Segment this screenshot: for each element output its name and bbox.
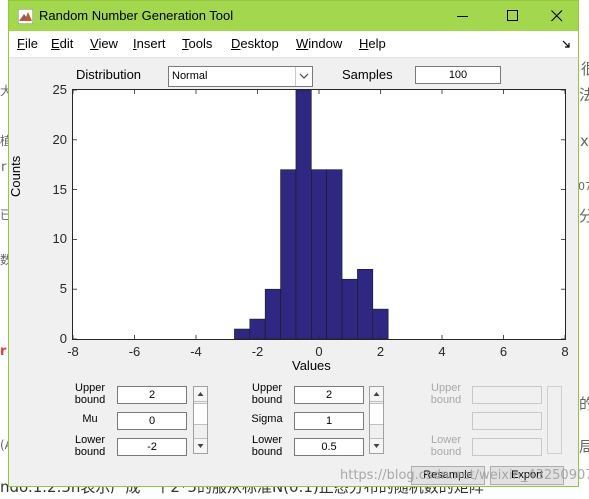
minimize-icon bbox=[457, 16, 468, 17]
y-tick-label: 20 bbox=[52, 131, 67, 147]
mu-input[interactable]: 0 bbox=[117, 412, 187, 430]
triangle-up-icon bbox=[373, 392, 380, 396]
distribution-label: Distribution bbox=[76, 67, 142, 82]
histogram-bar bbox=[264, 288, 281, 339]
y-tick-label: 5 bbox=[59, 281, 67, 297]
distribution-select[interactable]: Normal bbox=[168, 66, 313, 87]
upper-bound-label: Upper bound bbox=[74, 382, 106, 406]
lower-bound-label: Lower bound bbox=[74, 434, 106, 458]
close-icon bbox=[551, 10, 563, 22]
maximize-button[interactable] bbox=[490, 1, 536, 31]
y-axis-label: Counts bbox=[8, 155, 23, 197]
x-tick-label: 8 bbox=[561, 344, 569, 359]
lower-bound-input bbox=[472, 438, 542, 456]
x-tick-label: 0 bbox=[315, 344, 323, 359]
histogram-bar bbox=[341, 278, 358, 339]
histogram-bar bbox=[234, 328, 251, 339]
menu-tools[interactable]: Tools bbox=[182, 31, 212, 57]
mu-slider[interactable] bbox=[193, 386, 208, 454]
menu-help[interactable]: Help bbox=[359, 31, 386, 57]
samples-label: Samples bbox=[342, 67, 393, 82]
close-button[interactable] bbox=[534, 1, 580, 31]
slider-down-button[interactable] bbox=[194, 438, 207, 453]
menu-window[interactable]: Window bbox=[296, 31, 342, 57]
matlab-icon bbox=[18, 9, 33, 24]
maximize-icon bbox=[507, 10, 518, 21]
histogram-svg bbox=[73, 90, 565, 339]
background-fragment: 法 bbox=[579, 86, 589, 104]
background-fragment: r bbox=[1, 160, 7, 175]
chevron-down-icon bbox=[299, 73, 309, 79]
param-input bbox=[472, 412, 542, 430]
upper-bound-label: Upper bound bbox=[251, 382, 283, 406]
lower-bound-input[interactable]: 0.5 bbox=[294, 438, 364, 456]
x-tick-label: -2 bbox=[251, 344, 264, 359]
triangle-down-icon bbox=[373, 444, 380, 448]
background-fragment: 局 bbox=[579, 438, 589, 456]
x-tick-label: 2 bbox=[376, 344, 385, 359]
window-title: Random Number Generation Tool bbox=[39, 8, 234, 23]
sigma-input[interactable]: 1 bbox=[294, 412, 364, 430]
background-fragment: 分 bbox=[579, 207, 589, 225]
minimize-button[interactable] bbox=[440, 1, 486, 31]
slider-up-button[interactable] bbox=[370, 387, 383, 402]
dock-arrow-icon[interactable] bbox=[562, 40, 570, 48]
x-tick-label: -4 bbox=[190, 344, 202, 359]
dropdown-button[interactable] bbox=[295, 67, 312, 86]
distribution-value: Normal bbox=[172, 70, 208, 82]
lower-bound-label: Lower bound bbox=[430, 434, 462, 458]
background-fragment: x bbox=[580, 132, 589, 150]
y-tick-label: 25 bbox=[52, 82, 67, 97]
x-tick-label: 6 bbox=[499, 344, 508, 359]
histogram-bar bbox=[280, 169, 297, 339]
background-fragment: 07 bbox=[578, 180, 589, 193]
param-slider bbox=[547, 386, 562, 454]
slider-thumb[interactable] bbox=[194, 403, 207, 425]
histogram-bar bbox=[372, 308, 389, 339]
menu-insert[interactable]: Insert bbox=[133, 31, 166, 57]
triangle-down-icon bbox=[197, 444, 204, 448]
y-tick-label: 10 bbox=[52, 231, 67, 247]
menu-edit[interactable]: Edit bbox=[51, 31, 73, 57]
background-fragment: 的 bbox=[579, 395, 589, 413]
y-tick-label: 15 bbox=[52, 181, 67, 197]
x-axis-label: Values bbox=[292, 358, 331, 373]
menu-desktop[interactable]: Desktop bbox=[231, 31, 279, 57]
sigma-label: Sigma bbox=[251, 413, 283, 425]
histogram-bar bbox=[326, 169, 343, 339]
slider-up-button[interactable] bbox=[194, 387, 207, 402]
upper-bound-input bbox=[472, 386, 542, 404]
triangle-up-icon bbox=[197, 392, 204, 396]
histogram-bar bbox=[295, 90, 312, 339]
lower-bound-input[interactable]: -2 bbox=[117, 438, 187, 456]
background-fragment: 很 bbox=[581, 60, 589, 78]
mu-label: Mu bbox=[82, 413, 98, 425]
x-tick-label: -6 bbox=[128, 344, 141, 359]
menu-bar: File Edit View Insert Tools Desktop Wind… bbox=[9, 31, 578, 58]
sigma-slider[interactable] bbox=[369, 386, 384, 454]
x-tick-label: -8 bbox=[67, 344, 79, 359]
watermark: https://blog.csdn.net/weixin_43250907 bbox=[340, 468, 589, 483]
title-bar[interactable]: Random Number Generation Tool bbox=[9, 1, 578, 31]
samples-input[interactable]: 100 bbox=[415, 66, 501, 84]
random-number-tool-window: Random Number Generation Tool File Edit … bbox=[8, 0, 579, 487]
upper-bound-label: Upper bound bbox=[430, 382, 462, 406]
menu-file[interactable]: File bbox=[17, 31, 38, 57]
menu-view[interactable]: View bbox=[90, 31, 118, 57]
slider-thumb[interactable] bbox=[370, 403, 383, 425]
histogram-bar bbox=[357, 268, 374, 339]
histogram-bar bbox=[311, 169, 327, 339]
upper-bound-input[interactable]: 2 bbox=[117, 386, 187, 404]
upper-bound-input[interactable]: 2 bbox=[294, 386, 364, 404]
background-fragment: r bbox=[0, 344, 7, 359]
histogram-plot bbox=[72, 89, 566, 340]
x-tick-label: 4 bbox=[438, 344, 446, 359]
lower-bound-label: Lower bound bbox=[251, 434, 283, 458]
slider-down-button[interactable] bbox=[370, 438, 383, 453]
